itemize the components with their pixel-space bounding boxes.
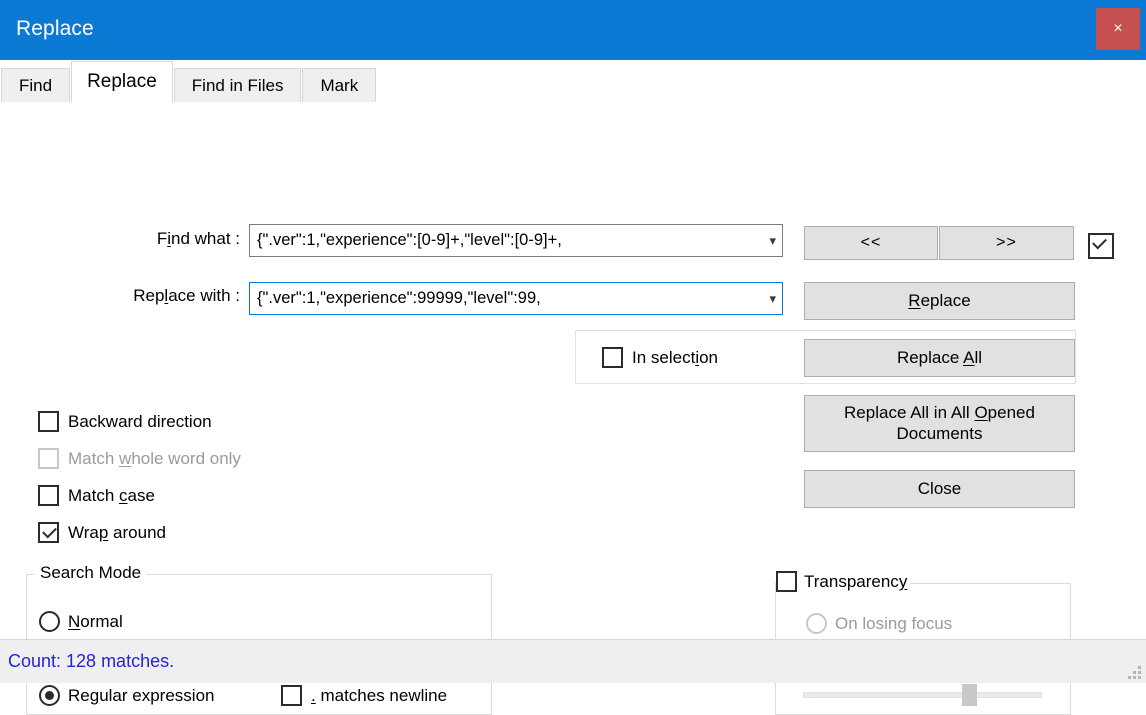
slider-thumb[interactable] [962, 684, 977, 706]
replace-all-opened-documents-button[interactable]: Replace All in All Opened Documents [804, 395, 1075, 452]
transparency-label: Transparency [804, 571, 908, 591]
transparency-on-losing-focus-radio: On losing focus [806, 613, 952, 634]
radio-circle [39, 685, 60, 706]
find-next-button[interactable]: >> [939, 226, 1074, 260]
find-previous-button[interactable]: << [804, 226, 938, 260]
match-case-label: Match case [68, 485, 155, 505]
checkbox-box [38, 485, 59, 506]
in-selection-label: In selection [632, 347, 719, 367]
checkbox-box [281, 685, 302, 706]
search-mode-title: Search Mode [35, 563, 147, 583]
replace-with-label: Replace with : [133, 286, 240, 305]
replace-with-input[interactable]: {".ver":1,"experience":99999,"level":99,… [249, 282, 783, 315]
keep-dialog-open-checkbox[interactable] [1088, 233, 1114, 259]
wrap-around-label: Wrap around [68, 522, 166, 542]
slider-track [803, 692, 1042, 698]
backward-direction-checkbox[interactable]: Backward direction [38, 411, 212, 432]
tab-find[interactable]: Find [1, 68, 71, 102]
replace-button[interactable]: Replace [804, 282, 1075, 320]
search-mode-regex-radio[interactable]: Regular expression [39, 685, 214, 706]
search-mode-regex-label: Regular expression [68, 685, 215, 705]
resize-grip-icon[interactable] [1127, 665, 1141, 679]
tab-find-in-files[interactable]: Find in Files [173, 68, 302, 102]
backward-direction-label: Backward direction [68, 411, 212, 431]
replace-all-panel: In selection Replace All [575, 330, 1076, 384]
find-what-input[interactable]: {".ver":1,"experience":[0-9]+,"level":[0… [249, 224, 783, 257]
transparency-checkbox[interactable] [776, 571, 797, 592]
find-what-label: Find what : [156, 229, 240, 248]
checkbox-box [38, 522, 59, 543]
checkbox-box [602, 347, 623, 368]
radio-circle [39, 611, 60, 632]
replace-with-value: {".ver":1,"experience":99999,"level":99, [257, 289, 541, 307]
transparency-title[interactable]: Transparency [776, 571, 912, 592]
replace-all-button[interactable]: Replace All [804, 339, 1075, 377]
transparency-on-losing-focus-label: On losing focus [835, 613, 953, 633]
transparency-slider[interactable] [803, 684, 1042, 706]
radio-circle [806, 613, 827, 634]
chevron-down-icon[interactable]: ▾ [763, 234, 776, 247]
status-bar: Count: 128 matches. [0, 639, 1146, 683]
checkbox-box [38, 448, 59, 469]
match-case-checkbox[interactable]: Match case [38, 485, 155, 506]
tab-mark[interactable]: Mark [302, 68, 377, 102]
match-whole-word-checkbox: Match whole word only [38, 448, 241, 469]
dot-matches-newline-checkbox[interactable]: . matches newline [281, 685, 447, 706]
replace-dialog: Replace × Find Replace Find in Files Mar… [0, 0, 1146, 715]
find-what-value: {".ver":1,"experience":[0-9]+,"level":[0… [257, 231, 562, 249]
close-icon[interactable]: × [1096, 8, 1140, 50]
wrap-around-checkbox[interactable]: Wrap around [38, 522, 166, 543]
status-message: Count: 128 matches. [8, 651, 175, 671]
tab-strip: Find Replace Find in Files Mark [0, 60, 1146, 103]
chevron-down-icon[interactable]: ▾ [763, 292, 776, 305]
checkbox-box [38, 411, 59, 432]
title-bar: Replace × [0, 0, 1146, 60]
checkbox-box [1088, 233, 1114, 259]
search-mode-normal-label: Normal [68, 611, 123, 631]
search-mode-normal-radio[interactable]: Normal [39, 611, 123, 632]
close-button[interactable]: Close [804, 470, 1075, 508]
dot-matches-newline-label: . matches newline [311, 685, 448, 705]
window-title: Replace [16, 17, 94, 40]
dialog-body: Find what : {".ver":1,"experience":[0-9]… [0, 101, 1146, 715]
in-selection-checkbox[interactable]: In selection [602, 347, 718, 368]
tab-replace[interactable]: Replace [71, 61, 173, 103]
match-whole-word-label: Match whole word only [68, 448, 241, 468]
